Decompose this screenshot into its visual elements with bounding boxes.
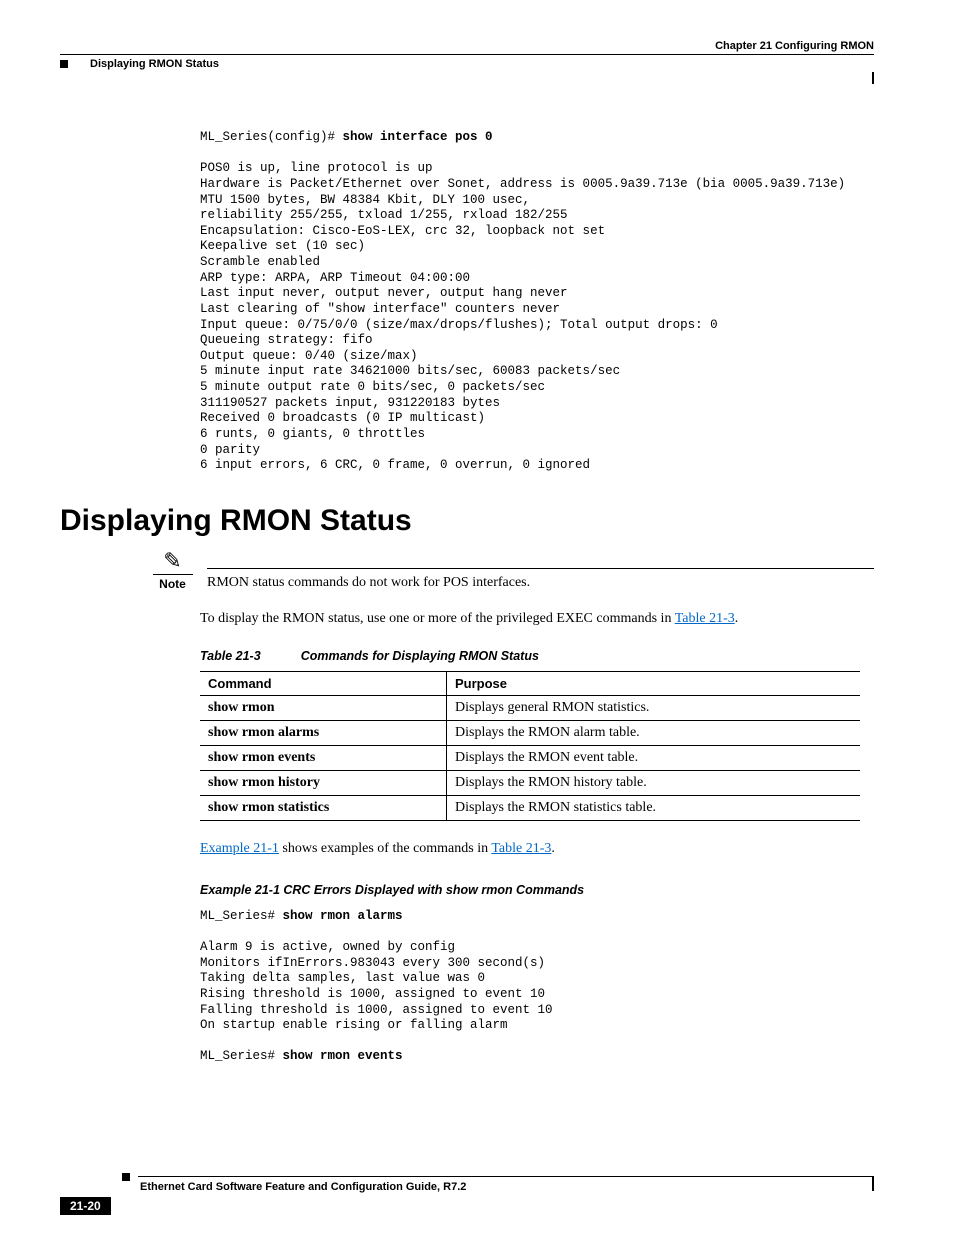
page-number: 21-20 [60, 1197, 111, 1215]
table-row: show rmon alarmsDisplays the RMON alarm … [200, 720, 860, 745]
col-header-purpose: Purpose [447, 671, 861, 695]
pencil-note-icon: ✎ [163, 550, 181, 572]
col-header-command: Command [200, 671, 447, 695]
cli-command: show rmon alarms [283, 909, 403, 923]
section-heading: Displaying RMON Status [60, 504, 874, 538]
cli-output-body: Alarm 9 is active, owned by config Monit… [200, 940, 553, 1032]
header-edge-marker-icon [872, 72, 874, 84]
commands-table: Command Purpose show rmonDisplays genera… [200, 671, 860, 821]
note-block: ✎ Note RMON status commands do not work … [150, 550, 874, 591]
chapter-header: Chapter 21 Configuring RMON [715, 40, 874, 52]
cli-output-1: ML_Series(config)# show interface pos 0 … [200, 130, 874, 474]
cli-prompt: ML_Series# [200, 909, 283, 923]
footer-marker-icon [122, 1173, 130, 1181]
table-row: show rmon eventsDisplays the RMON event … [200, 745, 860, 770]
table-row: show rmonDisplays general RMON statistic… [200, 695, 860, 720]
cli-output-2: ML_Series# show rmon alarms Alarm 9 is a… [200, 909, 874, 1065]
cli-command: show rmon events [283, 1049, 403, 1063]
header-marker-icon [60, 60, 68, 68]
section-header: Displaying RMON Status [90, 58, 219, 70]
cli-output-body: POS0 is up, line protocol is up Hardware… [200, 161, 845, 472]
note-label: Note [159, 577, 186, 591]
table-caption: Table 21-3Commands for Displaying RMON S… [200, 649, 874, 663]
footer-edge-marker-icon [872, 1177, 874, 1191]
table-row: show rmon historyDisplays the RMON histo… [200, 770, 860, 795]
cli-command: show interface pos 0 [343, 130, 493, 144]
note-text: RMON status commands do not work for POS… [207, 568, 874, 591]
example-caption: Example 21-1 CRC Errors Displayed with s… [200, 883, 874, 897]
cli-prompt: ML_Series(config)# [200, 130, 343, 144]
intro-paragraph: To display the RMON status, use one or m… [200, 611, 874, 627]
table-row: show rmon statisticsDisplays the RMON st… [200, 795, 860, 820]
cli-prompt: ML_Series# [200, 1049, 283, 1063]
example-ref-paragraph: Example 21-1 shows examples of the comma… [200, 841, 874, 857]
example-link[interactable]: Example 21-1 [200, 841, 279, 856]
table-link[interactable]: Table 21-3 [675, 611, 735, 626]
table-link-2[interactable]: Table 21-3 [491, 841, 551, 856]
book-title: Ethernet Card Software Feature and Confi… [140, 1181, 874, 1193]
